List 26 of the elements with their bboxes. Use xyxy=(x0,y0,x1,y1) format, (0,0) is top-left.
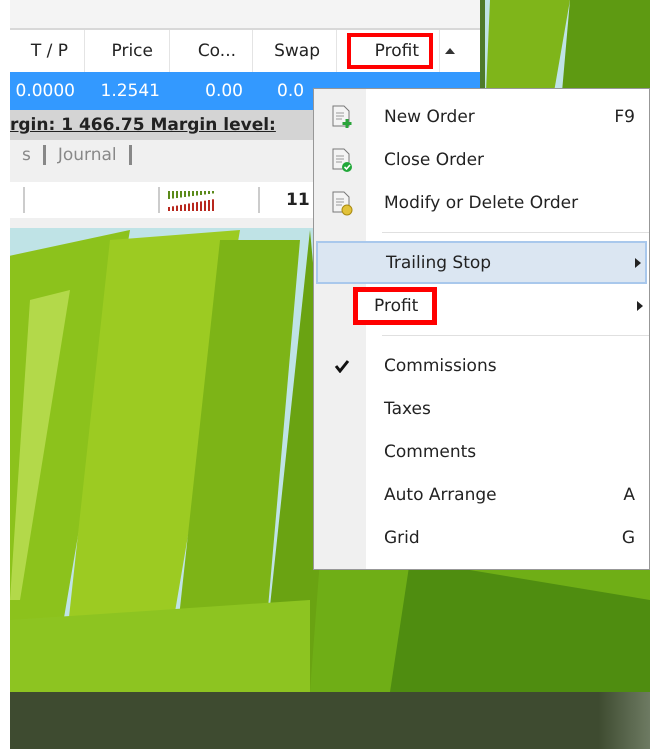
column-header[interactable]: Swap xyxy=(268,37,326,65)
menu-item[interactable]: Comments xyxy=(316,430,647,473)
column-header[interactable]: Co... xyxy=(192,37,242,65)
document-coin-icon xyxy=(330,190,354,216)
connection-meter-icon xyxy=(168,189,216,211)
menu-item[interactable]: Trailing Stop xyxy=(316,241,647,284)
menu-item[interactable]: Close Order xyxy=(316,138,647,181)
shortcut-label: A xyxy=(622,484,636,504)
table-cell-text: 0.00 xyxy=(204,80,244,103)
menu-item[interactable]: Profit xyxy=(316,284,647,327)
menu-item[interactable]: Modify or Delete Order xyxy=(316,181,647,224)
table-cell-text: 0.0000 xyxy=(14,80,76,103)
document-check-icon xyxy=(330,146,354,172)
document-plus-icon xyxy=(330,104,354,130)
menu-item[interactable]: Grid G xyxy=(316,516,647,559)
scroll-up-icon[interactable] xyxy=(444,47,456,55)
status-text: 11 xyxy=(285,190,310,210)
menu-item[interactable]: Commissions xyxy=(316,344,647,387)
table-cell-text: 0.0 xyxy=(276,80,306,103)
column-header[interactable]: Price xyxy=(106,37,159,65)
menu-item[interactable]: Taxes xyxy=(316,387,647,430)
shortcut-label: G xyxy=(620,528,636,548)
table-cell-text: 1.2541 xyxy=(100,80,161,103)
column-header[interactable]: T / P xyxy=(24,37,74,65)
menu-item[interactable]: Auto Arrange A xyxy=(316,473,647,516)
shortcut-label: F9 xyxy=(613,106,636,126)
